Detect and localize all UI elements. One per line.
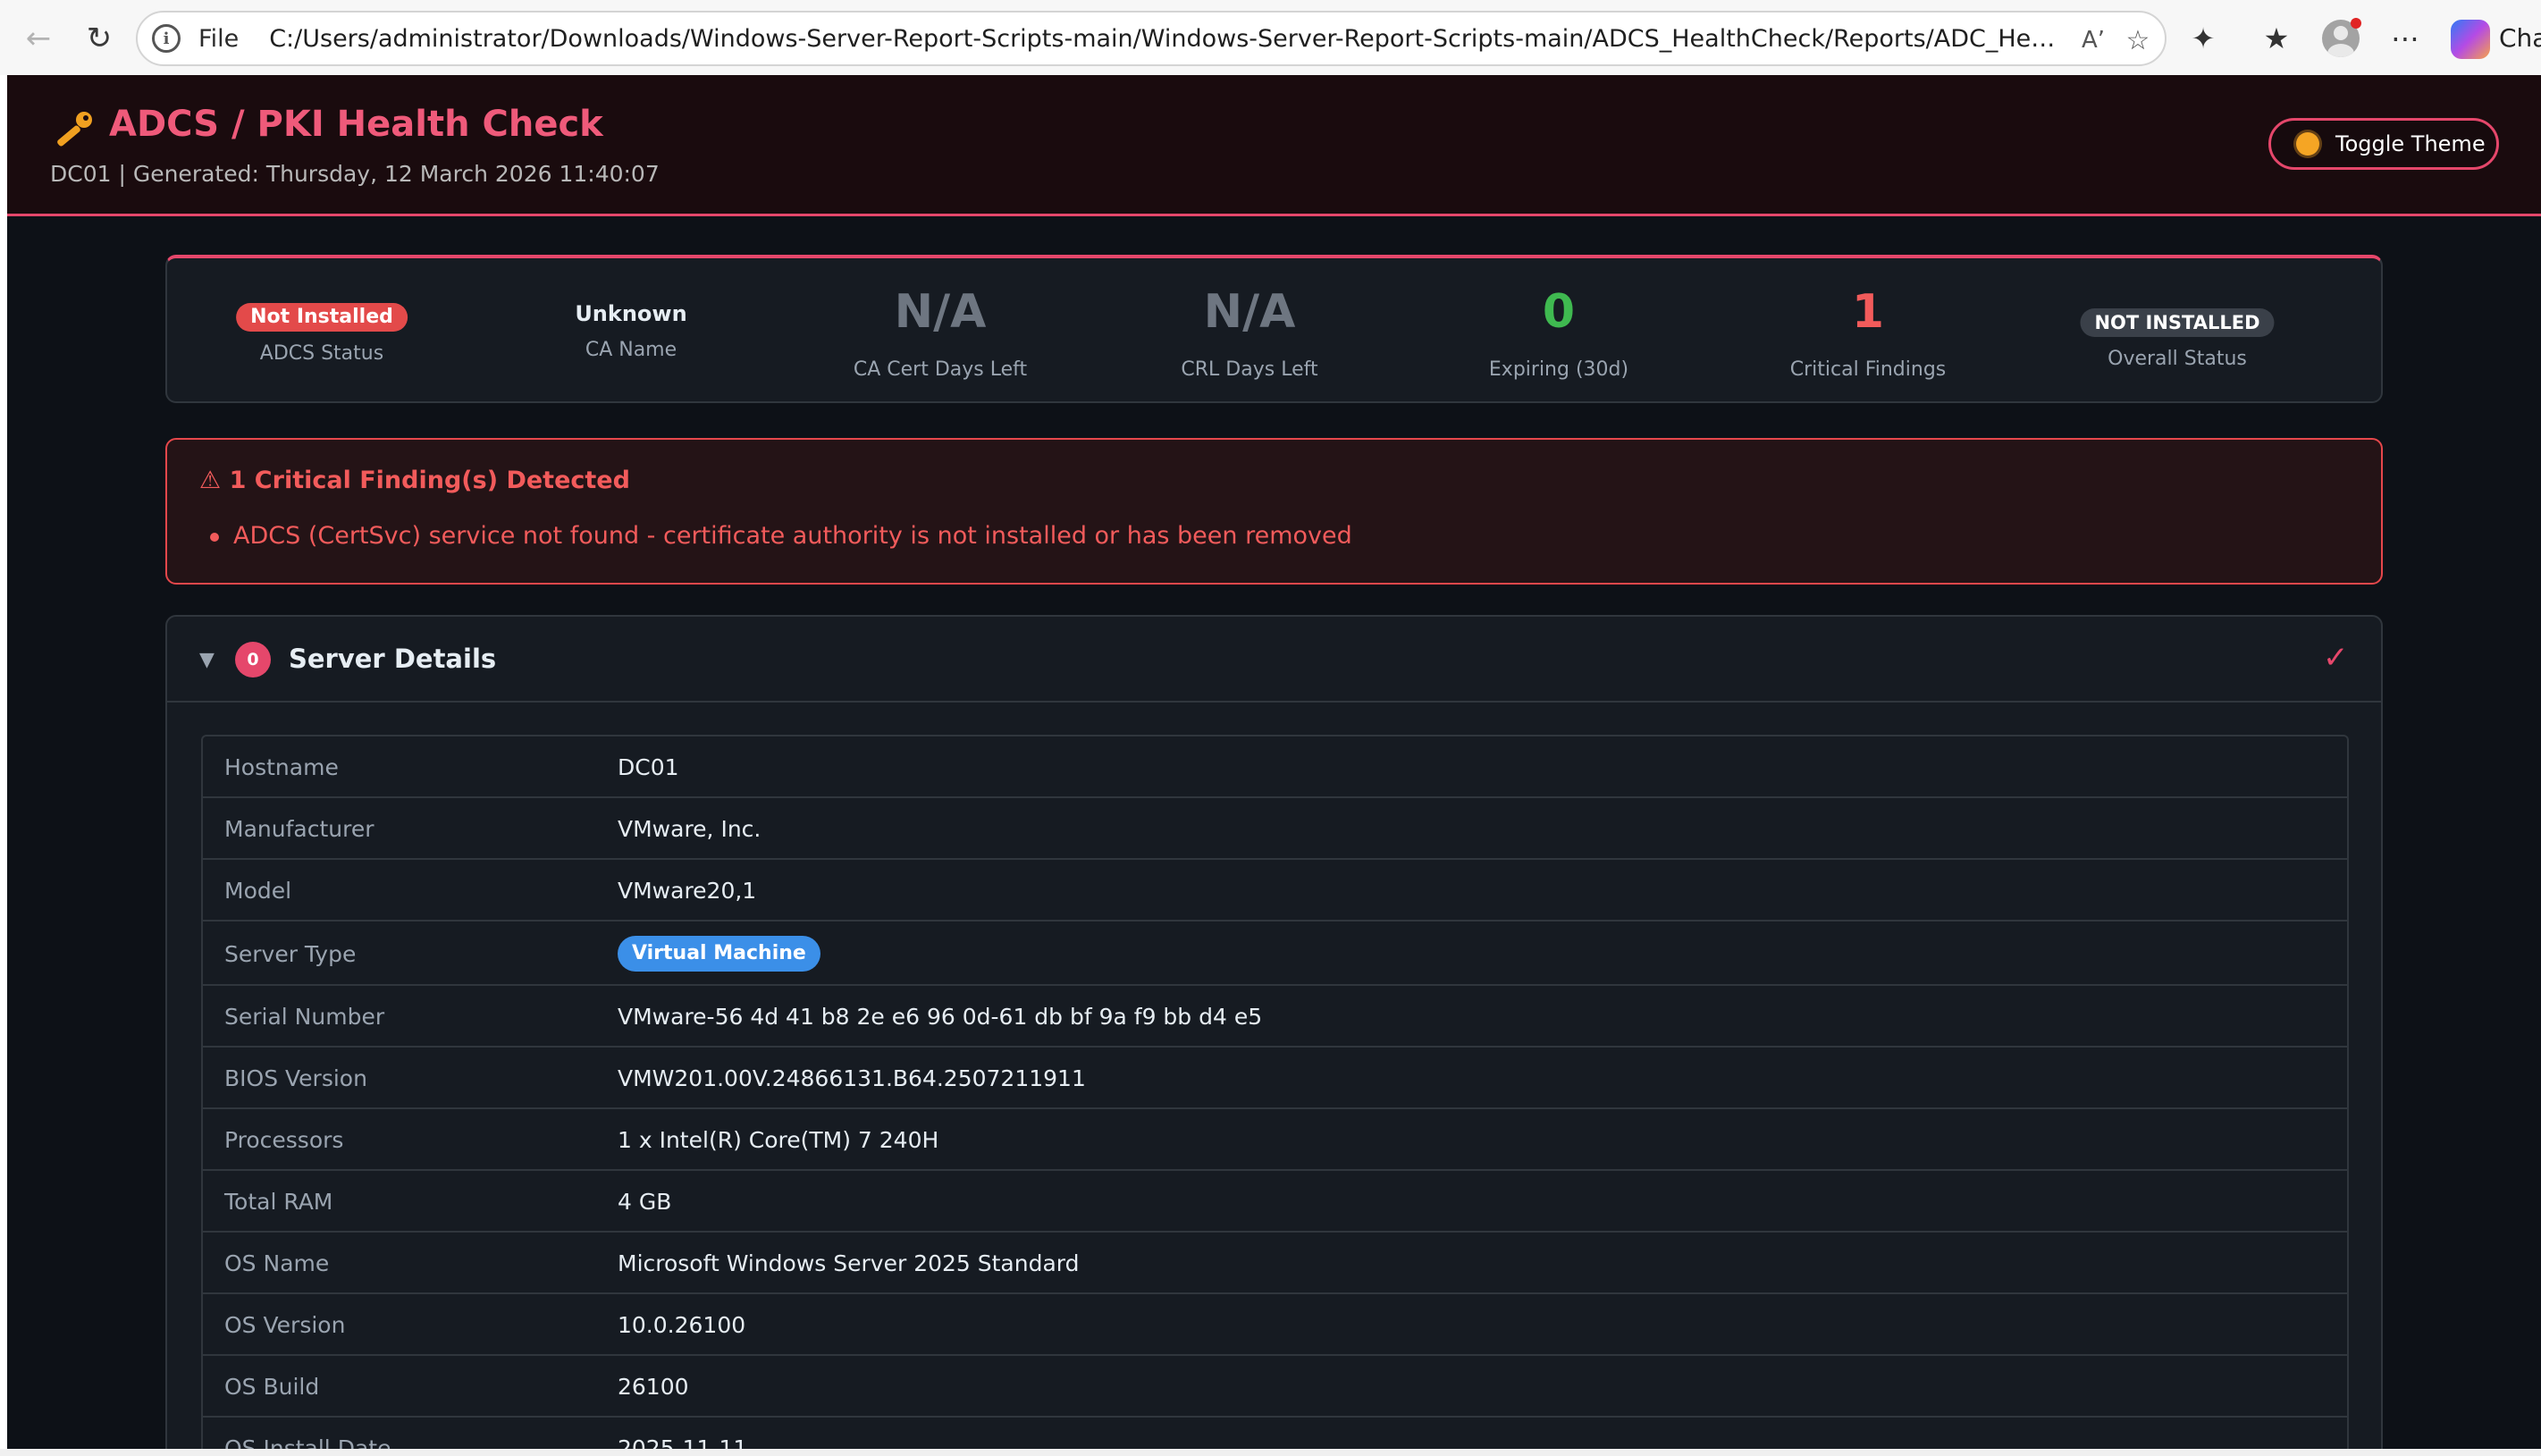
stat-value: N/A bbox=[894, 285, 987, 339]
server-type-badge: Virtual Machine bbox=[618, 936, 820, 972]
chat-label[interactable]: Cha bbox=[2499, 23, 2541, 53]
table-row: Server Type Virtual Machine bbox=[203, 922, 2347, 986]
report-subtitle: DC01 | Generated: Thursday, 12 March 202… bbox=[50, 161, 660, 187]
table-row: Processors 1 x Intel(R) Core(TM) 7 240H bbox=[203, 1109, 2347, 1171]
stat-label: Overall Status bbox=[2108, 348, 2247, 370]
refresh-icon[interactable]: ↻ bbox=[77, 16, 122, 61]
read-aloud-icon[interactable]: A’ bbox=[2075, 22, 2111, 58]
row-key: Server Type bbox=[224, 941, 357, 967]
row-key: OS Build bbox=[224, 1374, 320, 1400]
report-header: ADCS / PKI Health Check DC01 | Generated… bbox=[7, 75, 2541, 216]
stat-overall-status: NOT INSTALLED Overall Status bbox=[2023, 258, 2332, 407]
stat-critical-findings: 1 Critical Findings bbox=[1713, 258, 2023, 407]
back-arrow-icon[interactable]: ← bbox=[16, 16, 61, 61]
stat-label: CRL Days Left bbox=[1181, 358, 1318, 381]
extensions-icon[interactable]: ✦ bbox=[2181, 16, 2225, 61]
stat-adcs-status: Not Installed ADCS Status bbox=[167, 258, 476, 407]
details-table: Hostname DC01 Manufacturer VMware, Inc. … bbox=[201, 735, 2349, 1449]
row-value: VMW201.00V.24866131.B64.2507211911 bbox=[618, 1065, 1086, 1091]
report-page: ADCS / PKI Health Check DC01 | Generated… bbox=[7, 75, 2541, 1449]
row-value: VMware20,1 bbox=[618, 878, 757, 904]
server-details-section: ▼ 0 Server Details ✓ Hostname DC01 Manuf… bbox=[165, 615, 2383, 1449]
critical-alert: ⚠ 1 Critical Finding(s) Detected ADCS (C… bbox=[165, 438, 2383, 585]
row-key: Hostname bbox=[224, 754, 339, 780]
row-key: Total RAM bbox=[224, 1189, 333, 1215]
row-key: OS Install Date bbox=[224, 1435, 391, 1449]
row-key: OS Version bbox=[224, 1312, 346, 1338]
row-value: 4 GB bbox=[618, 1189, 672, 1215]
row-value: Microsoft Windows Server 2025 Standard bbox=[618, 1250, 1080, 1276]
alert-title: ⚠ 1 Critical Finding(s) Detected bbox=[199, 467, 630, 494]
status-badge: NOT INSTALLED bbox=[2080, 308, 2275, 337]
copilot-icon[interactable] bbox=[2451, 20, 2490, 59]
sun-icon bbox=[2296, 132, 2319, 156]
favorites-icon[interactable]: ★ bbox=[2254, 16, 2299, 61]
row-key: Manufacturer bbox=[224, 816, 374, 842]
row-value: VMware, Inc. bbox=[618, 816, 761, 842]
table-row: Serial Number VMware-56 4d 41 b8 2e e6 9… bbox=[203, 986, 2347, 1048]
table-row: OS Build 26100 bbox=[203, 1356, 2347, 1418]
stat-ca-cert-days: N/A CA Cert Days Left bbox=[786, 258, 1095, 407]
row-value: VMware-56 4d 41 b8 2e e6 96 0d-61 db bf … bbox=[618, 1004, 1263, 1030]
count-badge: 0 bbox=[235, 642, 271, 678]
stat-value: Unknown bbox=[575, 301, 687, 326]
row-key: Serial Number bbox=[224, 1004, 385, 1030]
stat-label: CA Name bbox=[585, 339, 677, 361]
more-icon[interactable]: ⋯ bbox=[2383, 16, 2427, 61]
row-key: Model bbox=[224, 878, 292, 904]
toggle-theme-button[interactable]: Toggle Theme bbox=[2268, 118, 2499, 170]
stat-label: Expiring (30d) bbox=[1488, 358, 1629, 381]
key-icon bbox=[57, 112, 92, 147]
stat-crl-days: N/A CRL Days Left bbox=[1095, 258, 1404, 407]
stat-value: 0 bbox=[1542, 285, 1576, 339]
chevron-down-icon[interactable]: ▼ bbox=[199, 649, 215, 671]
stat-expiring: 0 Expiring (30d) bbox=[1404, 258, 1713, 407]
star-icon[interactable]: ☆ bbox=[2120, 22, 2156, 58]
table-row: OS Install Date 2025-11-11 bbox=[203, 1418, 2347, 1449]
row-key: Processors bbox=[224, 1127, 344, 1153]
stat-label: CA Cert Days Left bbox=[853, 358, 1028, 381]
stat-ca-name: Unknown CA Name bbox=[476, 258, 786, 407]
table-row: BIOS Version VMW201.00V.24866131.B64.250… bbox=[203, 1048, 2347, 1109]
stat-value: 1 bbox=[1851, 285, 1885, 339]
row-value: 10.0.26100 bbox=[618, 1312, 746, 1338]
warning-icon: ⚠ bbox=[199, 467, 222, 494]
alert-item: ADCS (CertSvc) service not found - certi… bbox=[233, 522, 1352, 550]
checkmark-icon: ✓ bbox=[2323, 640, 2349, 676]
table-row: Model VMware20,1 bbox=[203, 860, 2347, 922]
notification-dot bbox=[2351, 18, 2361, 29]
toggle-theme-label: Toggle Theme bbox=[2335, 131, 2486, 156]
table-row: Hostname DC01 bbox=[203, 736, 2347, 798]
info-icon[interactable]: i bbox=[152, 24, 181, 53]
row-value: 26100 bbox=[618, 1374, 689, 1400]
file-label: File bbox=[198, 24, 240, 53]
status-badge: Not Installed bbox=[236, 303, 408, 332]
table-row: OS Name Microsoft Windows Server 2025 St… bbox=[203, 1233, 2347, 1294]
url-text[interactable]: C:/Users/administrator/Downloads/Windows… bbox=[269, 25, 2057, 53]
table-row: OS Version 10.0.26100 bbox=[203, 1294, 2347, 1356]
row-key: OS Name bbox=[224, 1250, 330, 1276]
browser-toolbar: ← ↻ i File C:/Users/administrator/Downlo… bbox=[0, 0, 2541, 75]
page-title: ADCS / PKI Health Check bbox=[109, 104, 603, 145]
row-value: 2025-11-11 bbox=[618, 1435, 748, 1449]
stat-value: N/A bbox=[1203, 285, 1296, 339]
stat-label: ADCS Status bbox=[259, 342, 384, 365]
table-row: Total RAM 4 GB bbox=[203, 1171, 2347, 1233]
section-header[interactable]: ▼ 0 Server Details ✓ bbox=[167, 617, 2381, 703]
row-value: DC01 bbox=[618, 754, 679, 780]
row-value: 1 x Intel(R) Core(TM) 7 240H bbox=[618, 1127, 939, 1153]
summary-card: Not Installed ADCS Status Unknown CA Nam… bbox=[165, 255, 2383, 403]
section-title: Server Details bbox=[289, 644, 497, 674]
address-bar[interactable]: i File C:/Users/administrator/Downloads/… bbox=[136, 11, 2167, 66]
alert-title-text: 1 Critical Finding(s) Detected bbox=[229, 467, 630, 494]
row-key: BIOS Version bbox=[224, 1065, 367, 1091]
table-row: Manufacturer VMware, Inc. bbox=[203, 798, 2347, 860]
stat-label: Critical Findings bbox=[1789, 358, 1947, 381]
window-bottom-edge bbox=[0, 1449, 2541, 1456]
bullet-icon bbox=[210, 533, 219, 542]
